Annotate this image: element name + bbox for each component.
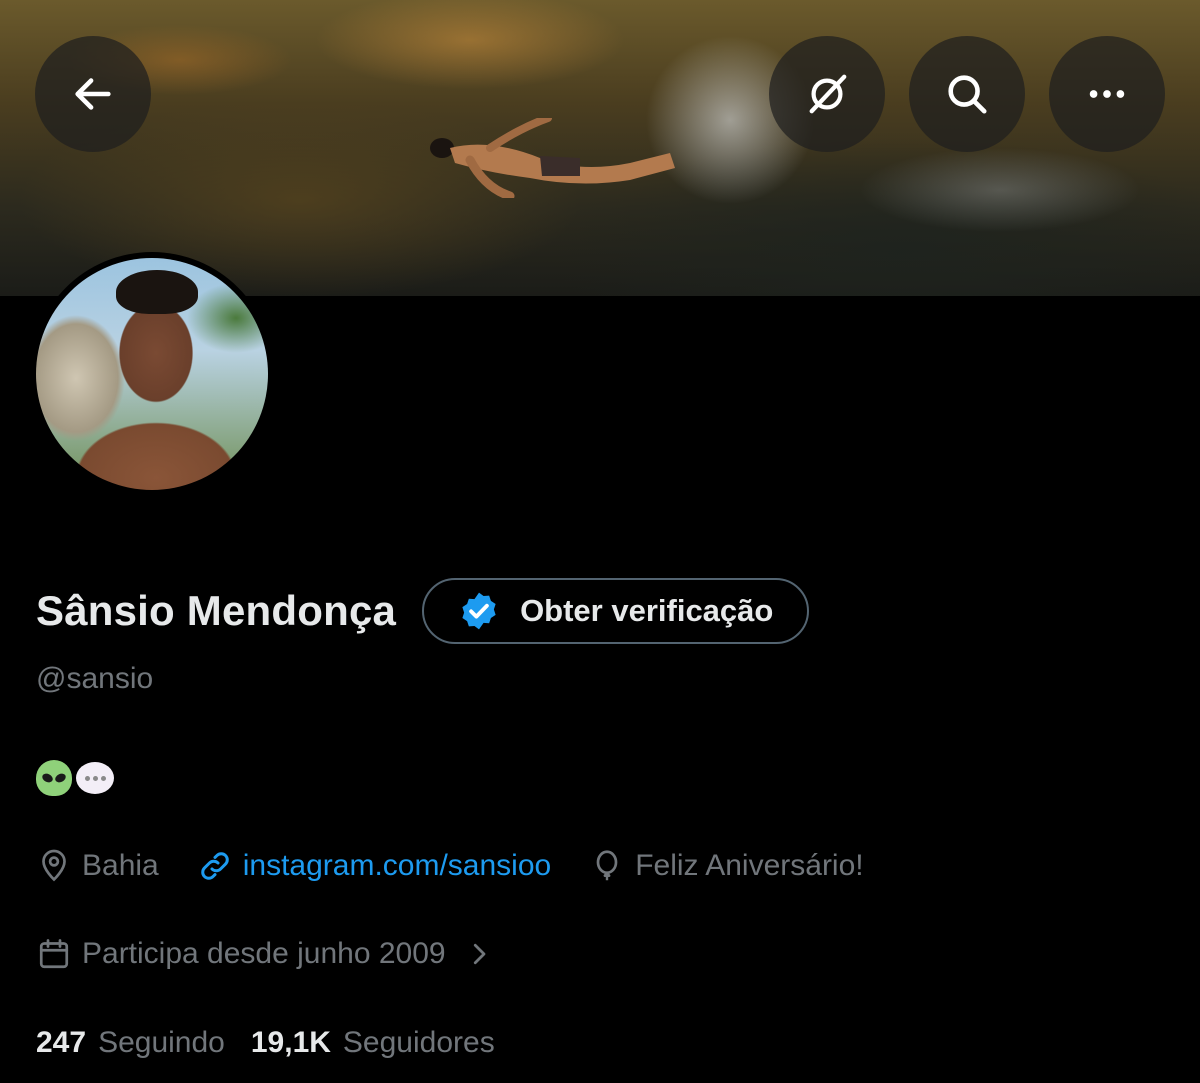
followers-count[interactable]: 19,1K [251,1026,331,1060]
verified-badge-icon [462,592,496,630]
banner-swimmer-figure [430,118,675,198]
profile-banner[interactable] [0,0,1200,296]
profile-bio [36,760,114,796]
arrow-left-icon [75,78,111,110]
link-icon [201,852,229,880]
alien-emoji [36,760,72,796]
profile-name-row: Sânsio Mendonça Obter verificação [36,578,810,644]
calendar-icon [39,939,69,969]
more-dots-icon [1089,90,1125,98]
profile-handle: @sansio [36,662,154,695]
birthday-text: Feliz Aniversário! [635,849,864,882]
profile-joined[interactable]: Participa desde junho 2009 [36,936,446,972]
followers-label[interactable]: Seguidores [343,1026,495,1060]
profile-location: Bahia [36,848,159,884]
search-icon [948,75,987,114]
back-button[interactable] [35,36,151,152]
profile-joined-row[interactable]: Participa desde junho 2009 [36,936,494,972]
location-pin-icon [42,849,66,882]
following-label[interactable]: Seguindo [98,1026,225,1060]
profile-website[interactable]: instagram.com/sansioo [197,848,551,884]
get-verified-button[interactable]: Obter verificação [422,578,810,644]
avatar-hair [116,270,198,314]
grok-button[interactable] [769,36,885,152]
website-link[interactable]: instagram.com/sansioo [243,849,551,883]
following-count[interactable]: 247 [36,1026,86,1060]
search-button[interactable] [909,36,1025,152]
more-options-button[interactable] [1049,36,1165,152]
follow-stats: 247 Seguindo 19,1K Seguidores [36,1026,521,1060]
location-text: Bahia [82,849,159,882]
speech-bubble-emoji [76,762,114,794]
chevron-right-icon [473,943,485,965]
joined-text: Participa desde junho 2009 [82,937,446,970]
profile-birthday: Feliz Aniversário! [589,848,864,884]
profile-name: Sânsio Mendonça [36,587,397,634]
grok-icon [809,74,847,114]
avatar-photo [36,258,268,490]
balloon-icon [596,850,618,881]
profile-meta-row: Bahia instagram.com/sansioo Feliz Aniver… [36,848,902,884]
profile-avatar[interactable] [30,252,274,496]
get-verified-label: Obter verificação [520,593,774,628]
